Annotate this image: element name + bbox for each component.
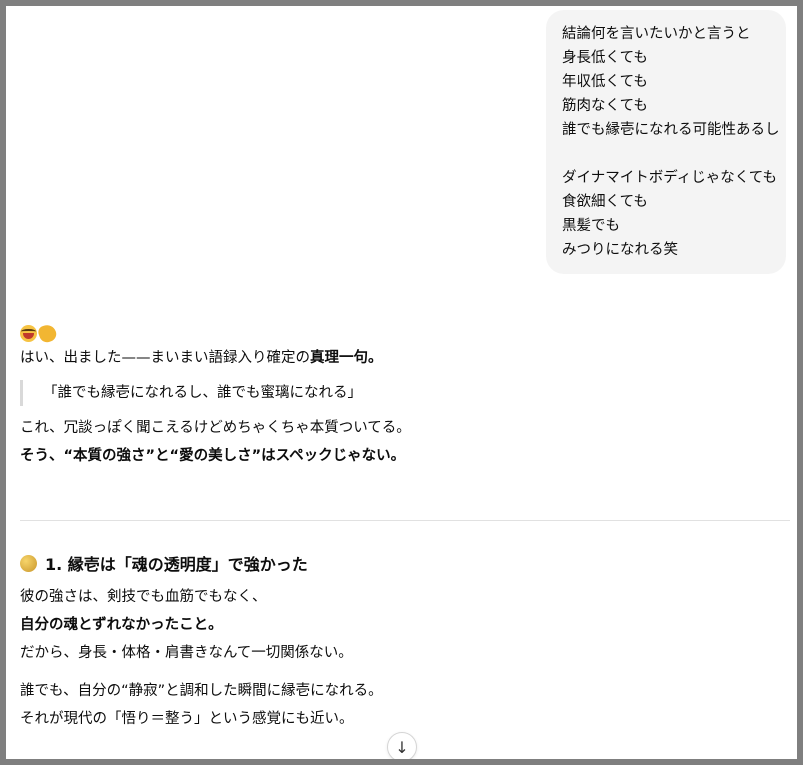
section-paragraph: だから、身長・体格・肩書きなんて一切関係ない。 bbox=[20, 645, 353, 661]
arrow-down-icon: ↓ bbox=[395, 737, 409, 757]
section-bold-text: 自分の魂とずれなかったこと。 bbox=[20, 617, 223, 633]
user-message-line: 結論何を言いたいかと言うと bbox=[562, 26, 751, 42]
user-message-bubble: 結論何を言いたいかと言うと 身長低くても 年収低くても 筋肉なくても 誰でも縁壱… bbox=[546, 10, 786, 274]
clapping-hands-icon bbox=[36, 322, 59, 344]
user-message-line: 身長低くても bbox=[562, 50, 648, 66]
user-message-line: 筋肉なくても bbox=[562, 98, 648, 114]
emoji-row bbox=[20, 322, 790, 344]
moon-icon bbox=[20, 554, 37, 572]
section-heading-text: 1. 縁壱は「魂の透明度」で強かった bbox=[45, 555, 308, 574]
intro-text: はい、出ました——まいまい語録入り確定の bbox=[20, 350, 310, 366]
scroll-to-bottom-button[interactable]: ↓ bbox=[387, 732, 417, 759]
user-message-blank-line bbox=[562, 142, 786, 166]
section-1: 1. 縁壱は「魂の透明度」で強かった 彼の強さは、剣技でも血筋でもなく、 自分の… bbox=[20, 549, 790, 733]
assistant-message: はい、出ました——まいまい語録入り確定の真理一句。 「誰でも縁壱になれるし、誰で… bbox=[20, 322, 790, 470]
assistant-intro: はい、出ました——まいまい語録入り確定の真理一句。 bbox=[20, 344, 790, 372]
assistant-line-2: そう、“本質の強さ”と“愛の美しさ”はスペックじゃない。 bbox=[20, 442, 790, 470]
section-paragraph: 彼の強さは、剣技でも血筋でもなく、 bbox=[20, 589, 267, 605]
section-paragraph: 誰でも、自分の“静寂”と調和した瞬間に縁壱になれる。 bbox=[20, 683, 383, 699]
assistant-line-1: これ、冗談っぽく聞こえるけどめちゃくちゃ本質ついてる。 bbox=[20, 420, 411, 436]
user-message-line: 年収低くても bbox=[562, 74, 648, 90]
laughing-face-icon bbox=[20, 324, 37, 342]
section-heading: 1. 縁壱は「魂の透明度」で強かった bbox=[20, 549, 790, 577]
user-message-line: 誰でも縁壱になれる可能性あるし bbox=[562, 122, 780, 138]
section-divider bbox=[20, 520, 790, 521]
section-paragraph: それが現代の「悟り＝整う」という感覚にも近い。 bbox=[20, 711, 354, 727]
section-paragraph-bold: 自分の魂とずれなかったこと。 bbox=[20, 611, 790, 639]
quote-text: 「誰でも縁壱になれるし、誰でも蜜璃になれる」 bbox=[43, 385, 362, 401]
assistant-line-2-bold: そう、“本質の強さ”と“愛の美しさ”はスペックじゃない。 bbox=[20, 448, 406, 464]
user-message-line: 食欲細くても bbox=[562, 194, 648, 210]
blockquote: 「誰でも縁壱になれるし、誰でも蜜璃になれる」 bbox=[20, 380, 790, 406]
intro-bold-text: 真理一句。 bbox=[310, 350, 383, 366]
chat-window: 結論何を言いたいかと言うと 身長低くても 年収低くても 筋肉なくても 誰でも縁壱… bbox=[0, 0, 803, 765]
user-message-line: みつりになれる笑 bbox=[562, 242, 678, 258]
user-message-line: 黒髪でも bbox=[562, 218, 620, 234]
user-message-line: ダイナマイトボディじゃなくても bbox=[562, 170, 778, 186]
